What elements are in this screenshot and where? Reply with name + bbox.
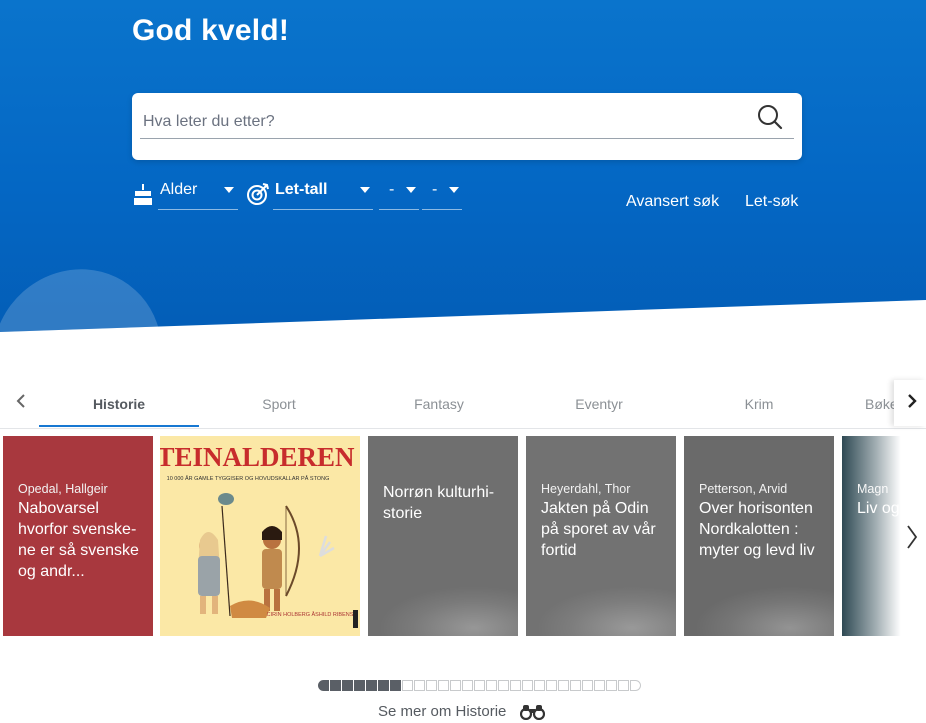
pager-dot[interactable]: [402, 680, 413, 691]
pager-dot[interactable]: [450, 680, 461, 691]
age-filter-label: Alder: [160, 181, 198, 198]
pager-dot[interactable]: [594, 680, 605, 691]
pager-dot[interactable]: [558, 680, 569, 691]
let-tall-to-select[interactable]: -: [422, 176, 462, 210]
pager-dot[interactable]: [378, 680, 389, 691]
let-tall-from-label: -: [389, 181, 395, 198]
tab-fantasy[interactable]: Fantasy: [359, 380, 519, 426]
tab-krim[interactable]: Krim: [679, 380, 839, 426]
book-title: Nabovarsel hvorfor svenske-ne er så sven…: [18, 500, 139, 580]
book-card[interactable]: Heyerdahl, Thor Jakten på Odin på sporet…: [526, 436, 676, 636]
pager-dot[interactable]: [330, 680, 341, 691]
see-more-link[interactable]: Se mer om Historie: [378, 703, 506, 720]
cover-authors: CIRIN HOLBERG ÅSHILD RIBENS: [267, 611, 354, 618]
chevron-left-icon[interactable]: [8, 388, 34, 414]
pager-dot[interactable]: [414, 680, 425, 691]
book-carousel: Opedal, Hallgeir Nabovarsel hvorfor sven…: [0, 436, 926, 636]
pager-dot[interactable]: [582, 680, 593, 691]
pager-dot[interactable]: [354, 680, 365, 691]
pager-dot[interactable]: [462, 680, 473, 691]
book-author: Magn: [857, 482, 889, 496]
advanced-search-link[interactable]: Avansert søk: [626, 193, 719, 211]
cover-heading: STEINALDEREN: [160, 442, 355, 472]
book-author: Opedal, Hallgeir: [18, 482, 108, 496]
tab-eventyr[interactable]: Eventyr: [519, 380, 679, 426]
let-tall-filter-select[interactable]: Let-tall: [273, 176, 373, 210]
book-author: Heyerdahl, Thor: [541, 482, 631, 496]
search-icon[interactable]: [756, 103, 784, 131]
greeting-title: God kveld!: [132, 14, 290, 47]
pager-dot[interactable]: [606, 680, 617, 691]
book-title: Norrøn kulturhi-storie: [383, 484, 495, 522]
pager-dot[interactable]: [366, 680, 377, 691]
hero-decoration: [0, 258, 169, 332]
pager-dot[interactable]: [486, 680, 497, 691]
book-cover-image: STEINALDEREN 10 000 ÅR GAMLE TYGGISER OG…: [160, 436, 360, 636]
pager-dot[interactable]: [390, 680, 401, 691]
chevron-right-icon[interactable]: [901, 520, 923, 554]
chevron-right-icon[interactable]: [899, 388, 925, 414]
carousel-pager: [318, 680, 641, 692]
pager-dot[interactable]: [342, 680, 353, 691]
book-title: Liv og viking: [857, 500, 926, 517]
book-card[interactable]: Norrøn kulturhi-storie: [368, 436, 518, 636]
pager-dot[interactable]: [630, 680, 641, 691]
book-title: Jakten på Odin på sporet av vår fortid: [541, 500, 656, 559]
search-input[interactable]: [140, 105, 794, 139]
target-icon: [247, 183, 269, 205]
let-tall-filter-label: Let-tall: [275, 181, 328, 198]
search-filters: Alder Let-tall - - Avansert søk Let-søk: [132, 176, 802, 216]
tab-sport[interactable]: Sport: [199, 380, 359, 426]
birthday-cake-icon: [134, 184, 152, 205]
chevron-down-icon: [449, 187, 459, 193]
category-tabs: Historie Sport Fantasy Eventyr Krim Bøke…: [0, 380, 926, 429]
pager-dot[interactable]: [546, 680, 557, 691]
chevron-down-icon: [360, 187, 370, 193]
pager-dot[interactable]: [570, 680, 581, 691]
hero-banner: [0, 0, 926, 332]
binoculars-icon: [520, 705, 545, 720]
age-filter-select[interactable]: Alder: [158, 176, 238, 210]
cover-texture: [694, 586, 834, 636]
cover-subtitle: 10 000 ÅR GAMLE TYGGISER OG HOVUDSKALLAR…: [167, 475, 330, 482]
pager-dot[interactable]: [498, 680, 509, 691]
cover-texture: [536, 586, 676, 636]
pager-dot[interactable]: [474, 680, 485, 691]
pager-dot[interactable]: [318, 680, 329, 691]
chevron-down-icon: [406, 187, 416, 193]
book-card[interactable]: Opedal, Hallgeir Nabovarsel hvorfor sven…: [3, 436, 153, 636]
pager-dot[interactable]: [510, 680, 521, 691]
pager-dot[interactable]: [438, 680, 449, 691]
book-author: Petterson, Arvid: [699, 482, 788, 496]
pager-dot[interactable]: [534, 680, 545, 691]
let-tall-to-label: -: [432, 181, 438, 198]
book-card-steinalderen[interactable]: STEINALDEREN 10 000 ÅR GAMLE TYGGISER OG…: [160, 436, 360, 636]
pager-dot[interactable]: [522, 680, 533, 691]
pager-dot[interactable]: [618, 680, 629, 691]
cover-texture: [378, 586, 518, 636]
pager-dot[interactable]: [426, 680, 437, 691]
book-card[interactable]: Petterson, Arvid Over horisonten Nordkal…: [684, 436, 834, 636]
easy-search-link[interactable]: Let-søk: [745, 193, 798, 211]
tab-historie[interactable]: Historie: [39, 380, 199, 427]
chevron-down-icon: [224, 187, 234, 193]
book-title: Over horisonten Nordkalotten : myter og …: [699, 500, 815, 559]
let-tall-from-select[interactable]: -: [379, 176, 419, 210]
search-card: [132, 93, 802, 160]
tab-boker[interactable]: Bøker: [825, 380, 905, 426]
